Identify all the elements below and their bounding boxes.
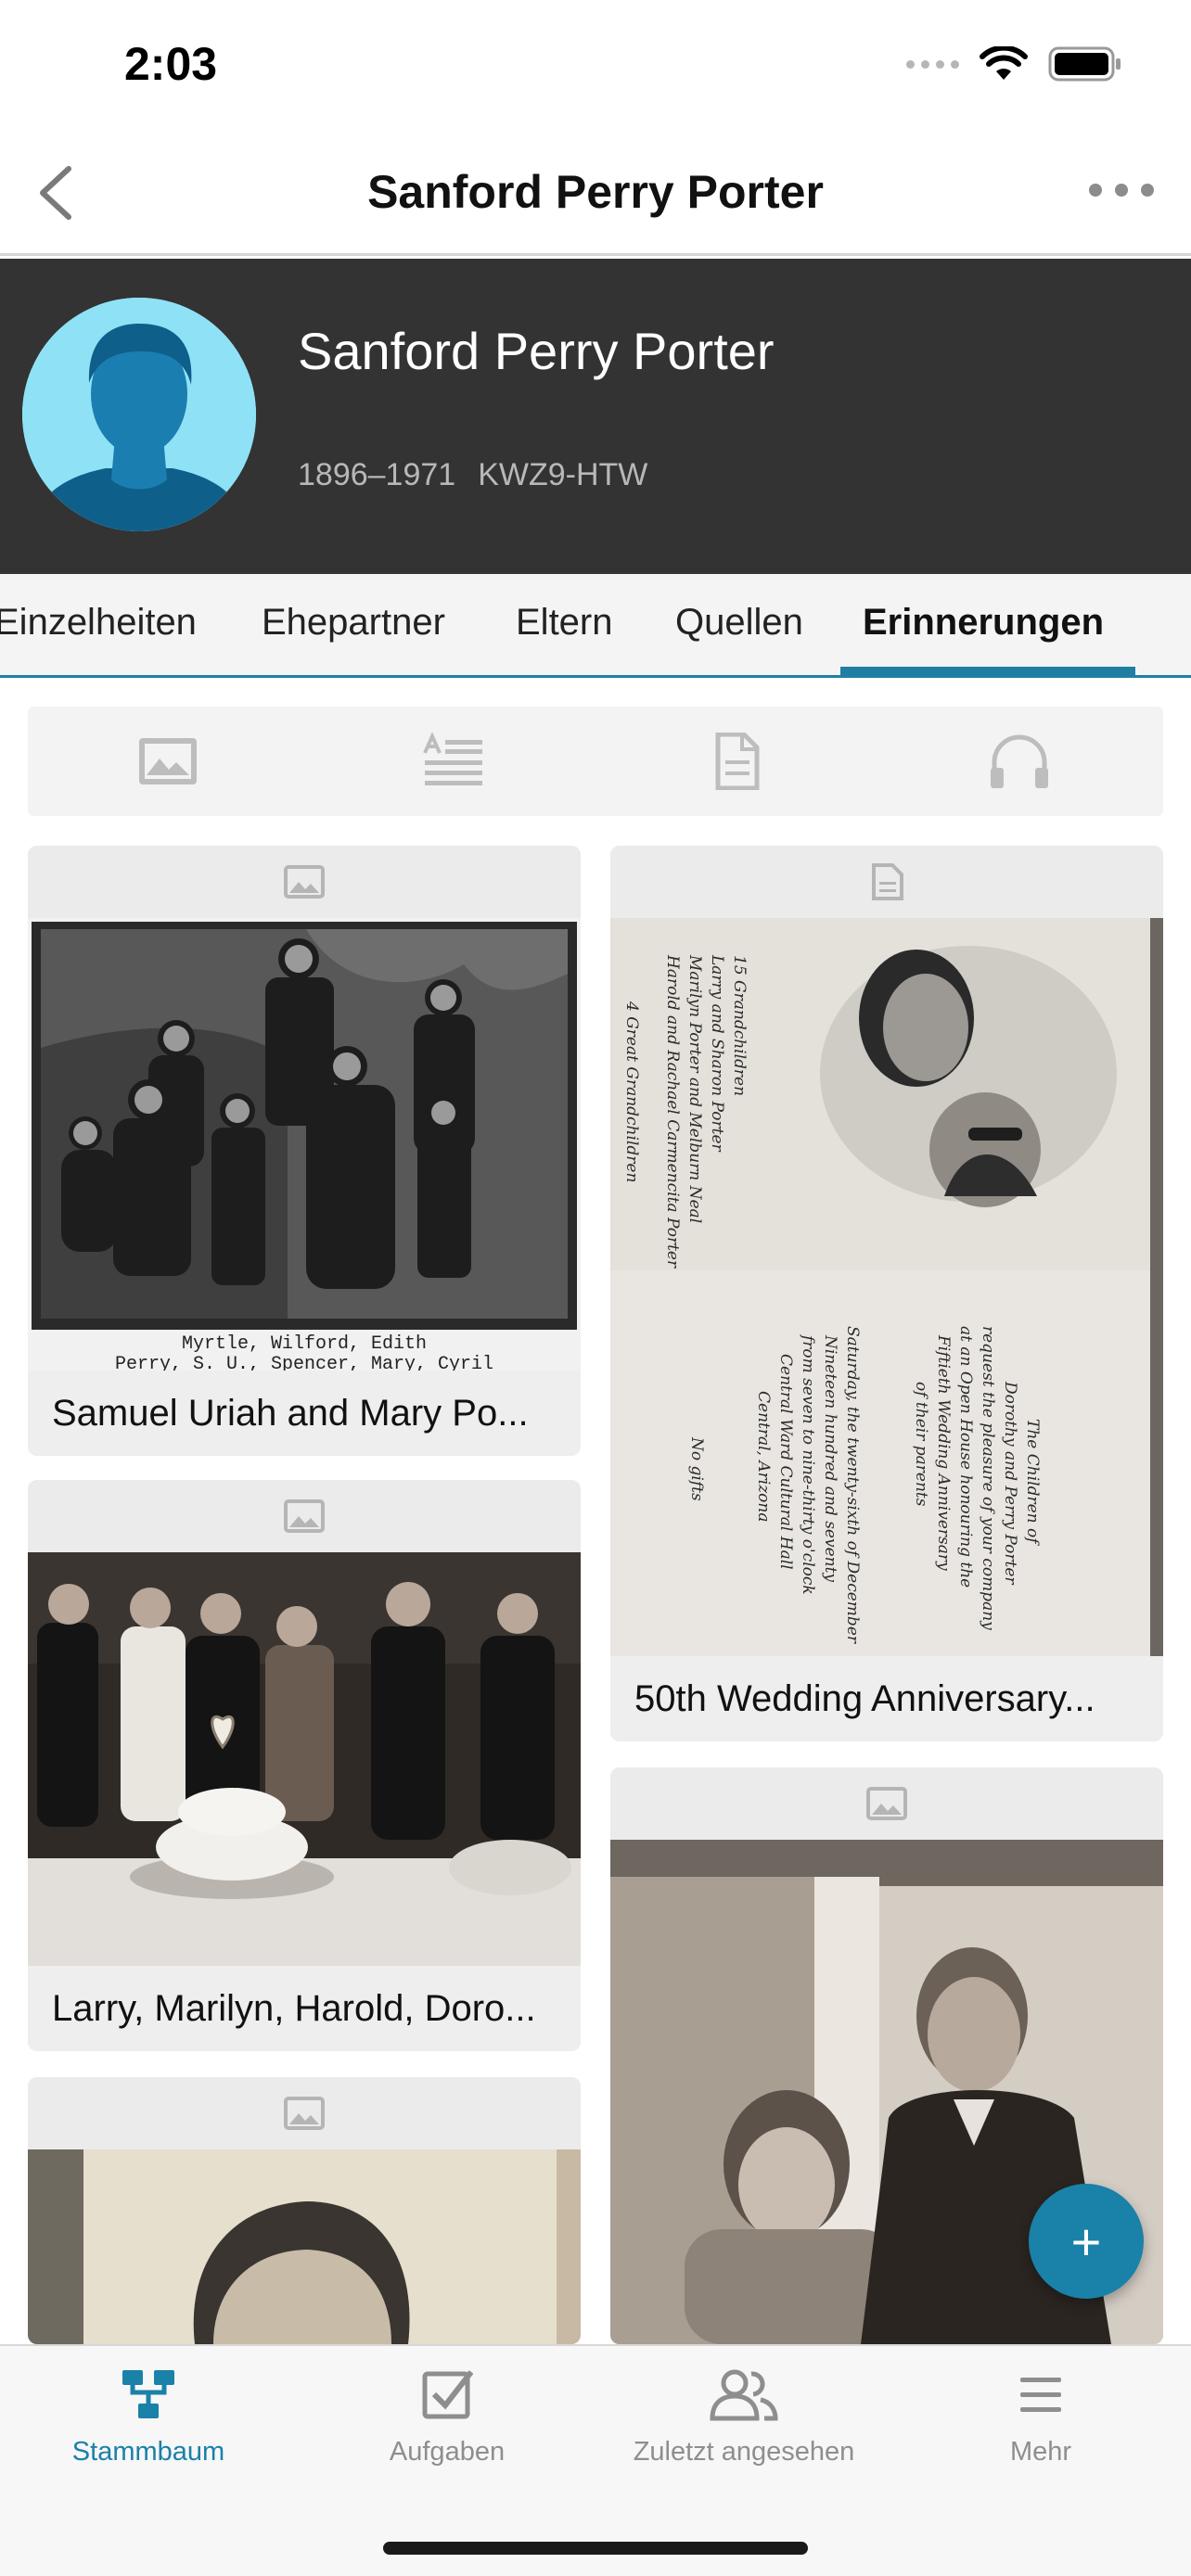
document-text-line: Fiftieth Wedding Anniversary bbox=[934, 1334, 953, 1571]
avatar[interactable] bbox=[22, 298, 256, 531]
menu-icon bbox=[1020, 2378, 1061, 2412]
nav-bar: Sanford Perry Porter bbox=[0, 130, 1191, 256]
tab-bar-label: Stammbaum bbox=[71, 2437, 225, 2467]
document-text-line: Harold and Rachael Carmencita Porter bbox=[663, 954, 682, 1269]
status-time: 2:03 bbox=[124, 38, 218, 90]
memory-card[interactable]: Myrtle, Wilford, Edith Perry, S. U., Spe… bbox=[28, 846, 581, 1456]
document-text-line: Saturday, the twenty-sixth of December bbox=[843, 1326, 862, 1644]
active-tab-indicator bbox=[840, 667, 1135, 675]
memory-card[interactable]: Larry, Marilyn, Harold, Doro... bbox=[28, 1480, 581, 2051]
memory-filter-bar bbox=[28, 707, 1163, 816]
document-text-line: Marilyn Porter and Melburn Neal bbox=[685, 954, 704, 1223]
tree-icon bbox=[122, 2370, 174, 2418]
bottom-tab-bar: Stammbaum Aufgaben Zuletzt angesehen Meh… bbox=[0, 2344, 1191, 2576]
document-text-line: of their parents bbox=[912, 1382, 930, 1507]
person-id[interactable]: KWZ9-HTW bbox=[478, 457, 647, 493]
person-name: Sanford Perry Porter bbox=[298, 322, 775, 380]
photo-icon bbox=[284, 2097, 325, 2130]
person-meta: 1896–1971 KWZ9-HTW bbox=[298, 457, 647, 493]
wifi-icon bbox=[980, 46, 1028, 80]
signal-icon bbox=[906, 59, 959, 69]
person-tabs: Einzelheiten Ehepartner Eltern Quellen E… bbox=[0, 574, 1191, 678]
photo-inscription-line: Perry, S. U., Spencer, Mary, Cyril bbox=[115, 1354, 493, 1371]
memory-caption: 50th Wedding Anniversary... bbox=[610, 1656, 1163, 1741]
memory-document-photo: Harold and Rachael Carmencita Porter Mar… bbox=[610, 918, 1163, 1656]
tab-einzelheiten[interactable]: Einzelheiten bbox=[0, 602, 197, 644]
tab-ehepartner[interactable]: Ehepartner bbox=[262, 602, 445, 644]
person-header: Sanford Perry Porter 1896–1971 KWZ9-HTW bbox=[0, 259, 1191, 574]
tasks-icon bbox=[422, 2370, 474, 2419]
memory-photo bbox=[28, 2149, 581, 2344]
document-text-line: 15 Grandchildren bbox=[730, 955, 749, 1096]
photo-icon bbox=[284, 865, 325, 899]
more-options-icon[interactable] bbox=[1089, 176, 1154, 204]
battery-icon bbox=[1048, 46, 1121, 82]
status-bar: 2:03 bbox=[0, 0, 1191, 130]
document-text-line: Central, Arizona bbox=[754, 1391, 773, 1522]
photo-icon bbox=[284, 1499, 325, 1533]
memory-photo bbox=[28, 1552, 581, 1966]
photo-filter-icon[interactable] bbox=[135, 733, 200, 790]
document-icon bbox=[872, 863, 903, 900]
memory-caption: Larry, Marilyn, Harold, Doro... bbox=[28, 1966, 581, 2051]
photo-icon bbox=[866, 1787, 907, 1820]
status-icons bbox=[906, 46, 1122, 82]
recent-people-icon bbox=[710, 2369, 778, 2421]
document-text-line: No gifts bbox=[687, 1436, 706, 1501]
memory-card[interactable] bbox=[28, 2077, 581, 2344]
document-text-line: Nineteen hundred and seventy bbox=[821, 1334, 839, 1582]
document-text-line: from seven to nine-thirty o'clock bbox=[799, 1333, 817, 1595]
document-text-line: Dorothy and Perry Porter bbox=[1001, 1381, 1019, 1585]
tab-bar-item-mehr[interactable]: Mehr bbox=[892, 2365, 1189, 2468]
tab-bar-label: Aufgaben bbox=[389, 2437, 506, 2467]
document-text-line: Central Ward Cultural Hall bbox=[776, 1354, 795, 1570]
memory-photo: Myrtle, Wilford, Edith Perry, S. U., Spe… bbox=[28, 918, 581, 1371]
document-text-line: at an Open House honouring the bbox=[956, 1326, 975, 1588]
document-text-line: request the pleasure of your company bbox=[979, 1326, 997, 1630]
page-title: Sanford Perry Porter bbox=[367, 166, 824, 218]
tab-bar-label: Zuletzt angesehen bbox=[633, 2437, 855, 2467]
story-filter-icon[interactable] bbox=[421, 733, 486, 790]
home-indicator[interactable] bbox=[383, 2542, 808, 2555]
document-text-line: The Children of bbox=[1023, 1419, 1042, 1546]
document-text-line: 4 Great Grandchildren bbox=[622, 1001, 641, 1182]
memory-card[interactable]: Harold and Rachael Carmencita Porter Mar… bbox=[610, 846, 1163, 1741]
person-silhouette-icon bbox=[22, 298, 256, 531]
tab-bar-item-stammbaum[interactable]: Stammbaum bbox=[0, 2365, 297, 2468]
document-filter-icon[interactable] bbox=[703, 733, 768, 790]
audio-filter-icon[interactable] bbox=[987, 733, 1052, 790]
photo-inscription-line: Myrtle, Wilford, Edith bbox=[182, 1333, 427, 1355]
memory-caption: Samuel Uriah and Mary Po... bbox=[28, 1371, 581, 1456]
tab-bar-item-aufgaben[interactable]: Aufgaben bbox=[299, 2365, 596, 2468]
tab-bar-label: Mehr bbox=[1009, 2437, 1072, 2467]
tab-bar-item-zuletzt-angesehen[interactable]: Zuletzt angesehen bbox=[596, 2365, 892, 2468]
person-lifespan: 1896–1971 bbox=[298, 457, 456, 492]
tab-eltern[interactable]: Eltern bbox=[516, 602, 613, 644]
tab-quellen[interactable]: Quellen bbox=[675, 602, 803, 644]
tab-erinnerungen[interactable]: Erinnerungen bbox=[863, 602, 1104, 644]
add-memory-button[interactable]: + bbox=[1029, 2184, 1144, 2299]
document-text-line: Larry and Sharon Porter bbox=[708, 954, 726, 1153]
